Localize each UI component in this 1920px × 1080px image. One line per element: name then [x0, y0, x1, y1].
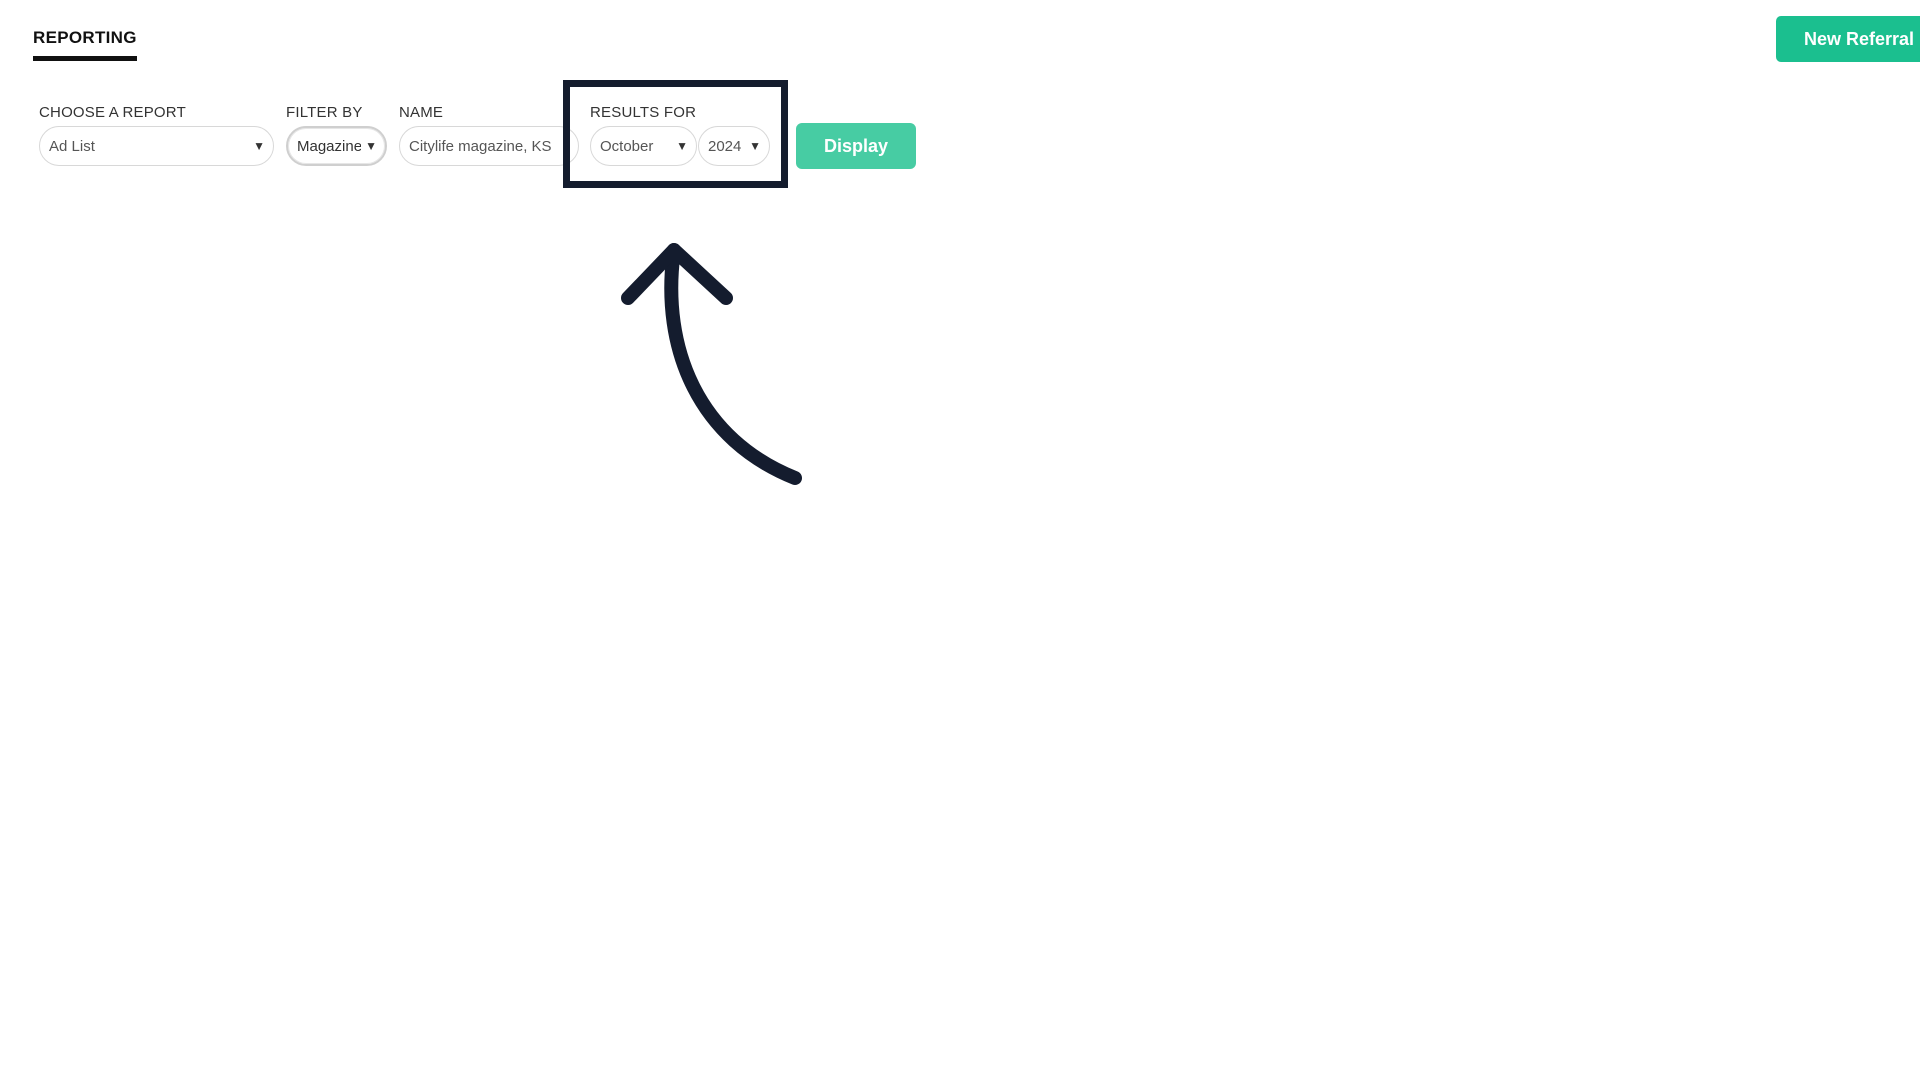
- year-select[interactable]: 2024 ▼: [698, 126, 770, 166]
- filter-by-label: FILTER BY: [286, 104, 363, 121]
- chevron-down-icon: ▼: [676, 139, 688, 153]
- chevron-down-icon: ▼: [253, 139, 265, 153]
- month-select-value: October: [600, 137, 654, 155]
- curved-arrow-up-icon: [621, 243, 802, 485]
- report-select[interactable]: Ad List ▼: [39, 126, 274, 166]
- chevron-down-icon: ▼: [749, 139, 761, 153]
- report-select-value: Ad List: [49, 137, 95, 155]
- tab-reporting[interactable]: REPORTING: [33, 28, 137, 61]
- display-button[interactable]: Display: [796, 123, 916, 169]
- chevron-down-icon: ▼: [365, 139, 377, 153]
- filter-by-select-value: Magazine: [297, 137, 362, 155]
- year-select-value: 2024: [708, 137, 742, 155]
- name-select[interactable]: Citylife magazine, KS: [399, 126, 579, 166]
- reporting-page: REPORTING New Referral CHOOSE A REPORT A…: [0, 0, 1920, 1080]
- new-referral-button[interactable]: New Referral: [1776, 16, 1920, 62]
- name-select-value: Citylife magazine, KS: [409, 137, 552, 155]
- name-label: NAME: [399, 104, 444, 121]
- results-for-label: RESULTS FOR: [590, 104, 697, 121]
- choose-report-label: CHOOSE A REPORT: [39, 104, 186, 121]
- filter-by-select[interactable]: Magazine ▼: [286, 126, 387, 166]
- month-select[interactable]: October ▼: [590, 126, 697, 166]
